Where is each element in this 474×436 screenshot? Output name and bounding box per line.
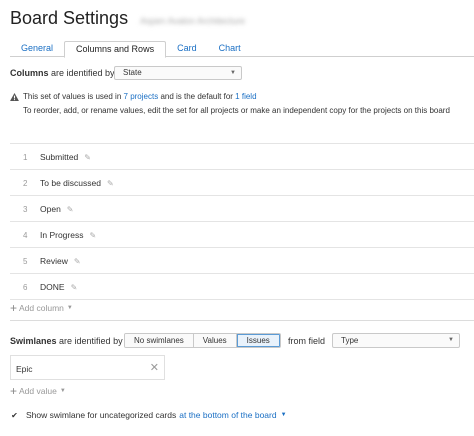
pencil-icon[interactable]: ✎ [89, 231, 96, 240]
add-value-button[interactable]: + Add value ▼ [10, 383, 66, 398]
add-column-button[interactable]: + Add column ▼ [10, 300, 73, 315]
columns-label-bold: Columns [10, 68, 49, 78]
no-swimlanes-option[interactable]: No swimlanes [125, 334, 194, 347]
column-number: 3 [23, 205, 28, 214]
columns-field-value: State [123, 68, 142, 77]
uncategorized-checkbox[interactable]: ✔ [10, 411, 19, 420]
add-value-label: Add value [19, 386, 57, 396]
columns-field-select[interactable]: State ▼ [114, 66, 242, 80]
warning-text-prefix: This set of values is used in [23, 92, 122, 101]
board-name: Aspen Avalon Architecture [140, 16, 245, 26]
column-row[interactable]: 2 To be discussed ✎ [10, 170, 474, 196]
swimlane-value-item: Epic ✕ [10, 355, 165, 380]
chevron-down-icon: ▼ [66, 305, 73, 311]
column-name: DONE [40, 282, 65, 292]
pencil-icon[interactable]: ✎ [71, 283, 78, 292]
pencil-icon[interactable]: ✎ [74, 257, 81, 266]
pencil-icon[interactable]: ✎ [84, 153, 91, 162]
swimlane-position-link[interactable]: at the bottom of the board [179, 410, 276, 420]
uncategorized-row: ✔ Show swimlane for uncategorized cards … [10, 410, 287, 420]
column-number: 1 [23, 153, 28, 162]
page-title: Board Settings [10, 8, 129, 28]
column-number: 4 [23, 231, 28, 240]
column-number: 2 [23, 179, 28, 188]
column-name: To be discussed [40, 178, 101, 188]
uncategorized-label: Show swimlane for uncategorized cards [26, 410, 177, 420]
plus-icon: + [10, 383, 18, 398]
column-row[interactable]: 6 DONE ✎ [10, 274, 474, 300]
close-icon[interactable]: ✕ [150, 361, 159, 374]
chevron-down-icon: ▼ [448, 337, 454, 343]
swimlane-field-select[interactable]: Type ▼ [332, 333, 460, 348]
pencil-icon[interactable]: ✎ [107, 179, 114, 188]
swimlane-value-name: Epic [16, 364, 33, 374]
swimlanes-label-rest: are identified by [56, 336, 123, 346]
columns-identified-label: Columns are identified by [10, 68, 115, 78]
from-field-label: from field [288, 336, 326, 346]
swimlanes-identified-label: Swimlanes are identified by [10, 336, 123, 346]
chevron-down-icon: ▼ [230, 70, 236, 76]
values-option[interactable]: Values [193, 334, 237, 347]
column-row[interactable]: 4 In Progress ✎ [10, 222, 474, 248]
warning-icon [10, 93, 19, 101]
column-row[interactable]: 1 Submitted ✎ [10, 144, 474, 170]
column-name: Review [40, 256, 68, 266]
add-column-label: Add column [19, 303, 64, 313]
column-number: 5 [23, 257, 28, 266]
pencil-icon[interactable]: ✎ [67, 205, 74, 214]
issues-option[interactable]: Issues [236, 334, 280, 347]
page-header: Board Settings Aspen Avalon Architecture [10, 8, 245, 34]
swimlanes-label-bold: Swimlanes [10, 336, 57, 346]
column-name: Open [40, 204, 61, 214]
column-row[interactable]: 5 Review ✎ [10, 248, 474, 274]
plus-icon: + [10, 300, 18, 315]
column-row[interactable]: 3 Open ✎ [10, 196, 474, 222]
field-link[interactable]: 1 field [235, 92, 256, 101]
chevron-down-icon: ▼ [59, 388, 66, 394]
columns-list: 1 Submitted ✎ 2 To be discussed ✎ 3 Open ✎ … [10, 143, 474, 300]
warning-text-middle: and is the default for [160, 92, 233, 101]
column-name: Submitted [40, 152, 79, 162]
projects-link[interactable]: 7 projects [124, 92, 159, 101]
column-number: 6 [23, 283, 28, 292]
settings-tabs: General Columns and Rows Card Chart [10, 41, 474, 58]
column-name: In Progress [40, 230, 84, 240]
swimlane-field-value: Type [341, 336, 359, 345]
tab-general[interactable]: General [10, 41, 64, 57]
warning-line-2: To reorder, add, or rename values, edit … [23, 106, 450, 115]
tab-chart[interactable]: Chart [208, 41, 252, 57]
chevron-down-icon: ▼ [280, 412, 287, 418]
section-divider [10, 320, 474, 321]
swimlane-mode-toggle: No swimlanes Values Issues [124, 333, 281, 348]
tab-card[interactable]: Card [166, 41, 208, 57]
warning-line-1: This set of values is used in 7 projects… [23, 92, 257, 101]
tab-columns-and-rows[interactable]: Columns and Rows [64, 41, 167, 58]
columns-label-rest: are identified by [48, 68, 115, 78]
